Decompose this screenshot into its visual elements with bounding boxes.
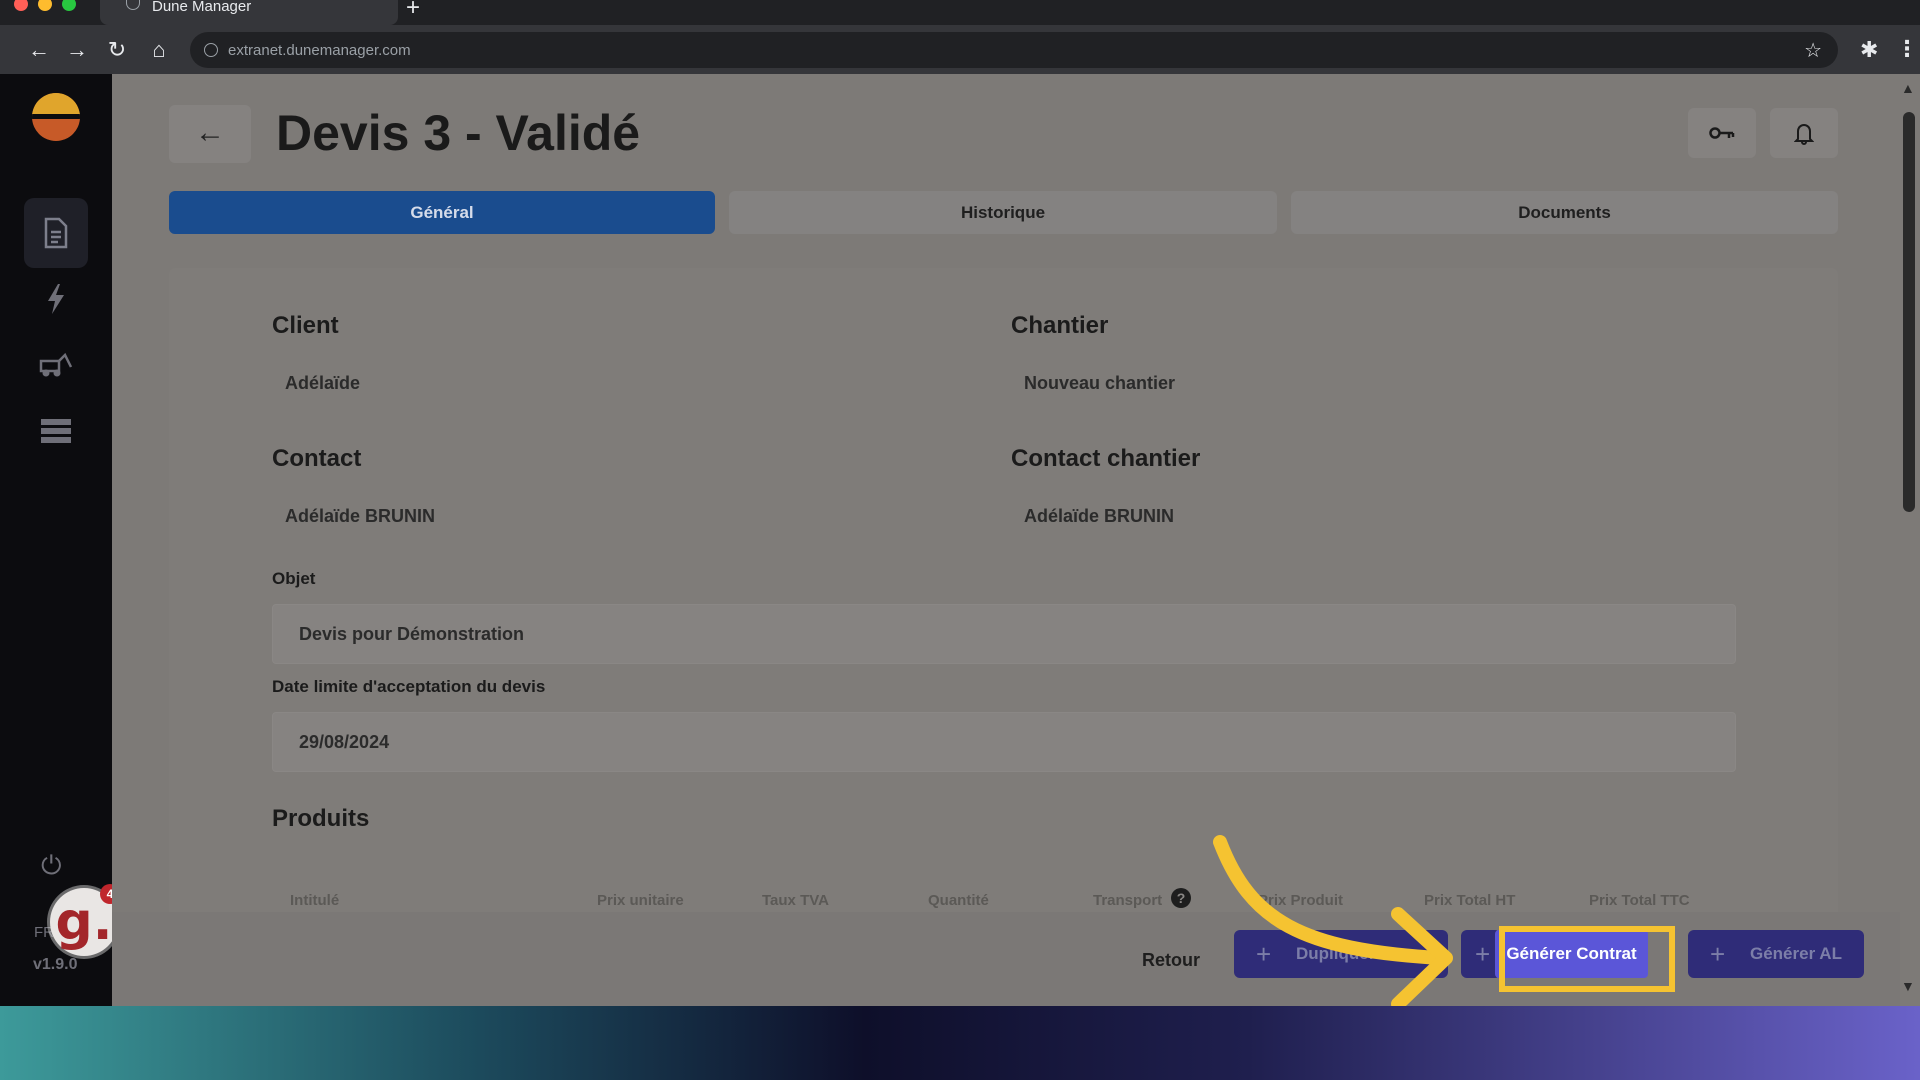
desktop-background [0, 1006, 1920, 1080]
tutorial-arrow-icon [1213, 835, 1453, 1011]
